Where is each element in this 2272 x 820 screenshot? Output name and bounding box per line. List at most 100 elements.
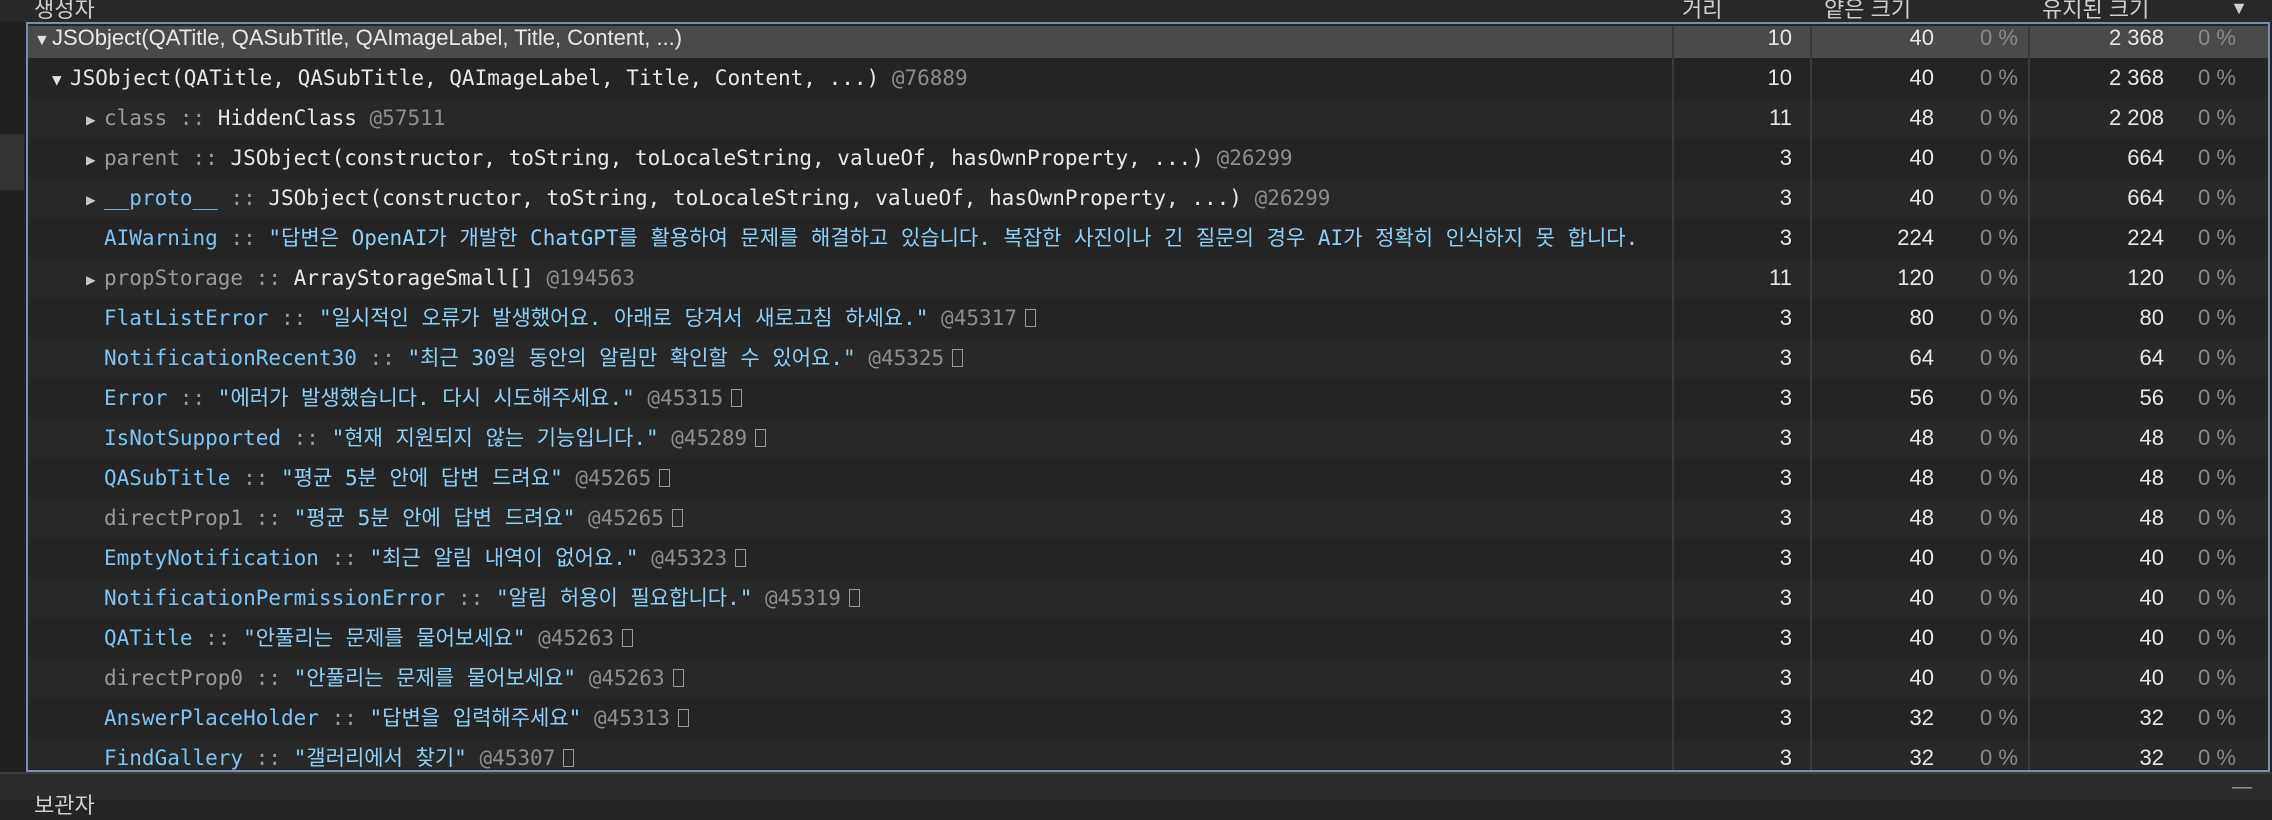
shallow-size-percent: 0 % (1980, 65, 2018, 90)
column-divider (1810, 218, 1812, 258)
expand-open-icon[interactable]: ▼ (52, 60, 70, 98)
column-header-shallow-size[interactable]: 얕은 크기 (1824, 0, 1911, 24)
tree-row[interactable]: NotificationRecent30 :: "최근 30일 동안의 알림만 … (28, 338, 2270, 378)
shallow-size-value: 48 (1909, 425, 1934, 450)
tree-row[interactable]: ▶ __proto__ :: JSObject(constructor, toSt… (28, 178, 2270, 218)
property-key: FindGallery (104, 746, 244, 770)
tree-row[interactable]: directProp1 :: "평균 5분 안에 답변 드려요" @45265 3… (28, 498, 2270, 538)
heap-snapshot-tree[interactable]: ▼JSObject(QATitle, QASubTitle, QAImageLa… (28, 26, 2270, 772)
retained-size-value: 80 (2139, 305, 2164, 330)
property-key: Error (104, 386, 168, 410)
retained-size-percent: 0 % (2198, 465, 2236, 490)
property-separator: :: (243, 666, 294, 690)
column-divider (1672, 178, 1674, 218)
retained-size-value: 664 (2127, 145, 2164, 170)
collapse-icon[interactable]: — (2232, 776, 2252, 799)
tree-row[interactable]: FindGallery :: "갤러리에서 찾기" @45307 3 32 0 % 32… (28, 738, 2270, 772)
shallow-size-value: 32 (1909, 745, 1934, 770)
sort-descending-icon[interactable]: ▼ (2230, 0, 2248, 19)
tree-row-name: AnswerPlaceHolder :: "답변을 입력해주세요" @45313 (86, 698, 1664, 738)
tree-row[interactable]: IsNotSupported :: "현재 지원되지 않는 기능입니다." @4… (28, 418, 2270, 458)
column-divider (1672, 138, 1674, 178)
reveal-icon[interactable] (755, 429, 767, 447)
tree-row[interactable]: QASubTitle :: "평균 5분 안에 답변 드려요" @45265 3 4… (28, 458, 2270, 498)
expand-open-icon[interactable]: ▼ (34, 26, 52, 58)
column-divider (1672, 58, 1674, 98)
tree-row[interactable]: ▶ parent :: JSObject(constructor, toStrin… (28, 138, 2270, 178)
shallow-size-value: 120 (1897, 265, 1934, 290)
tree-row[interactable]: ▶ class :: HiddenClass @57511 11 48 0 % 2 208… (28, 98, 2270, 138)
object-id: @45323 (651, 546, 728, 570)
shallow-size-percent: 0 % (1980, 345, 2018, 370)
property-key: directProp0 (104, 666, 244, 690)
shallow-size-value: 40 (1909, 65, 1934, 90)
tree-row[interactable]: Error :: "에러가 발생했습니다. 다시 시도해주세요." @45315… (28, 378, 2270, 418)
retained-size-value: 40 (2139, 665, 2164, 690)
tree-row-name: Error :: "에러가 발생했습니다. 다시 시도해주세요." @45315 (86, 378, 1664, 418)
reveal-icon[interactable] (952, 349, 964, 367)
tree-row-name: FlatListError :: "일시적인 오류가 발생했어요. 아래로 당겨… (86, 298, 1664, 338)
column-header-distance[interactable]: 거리 (1682, 0, 1722, 24)
property-key: QASubTitle (104, 466, 231, 490)
expand-closed-icon[interactable]: ▶ (86, 140, 104, 178)
tree-row[interactable]: ▼JSObject(QATitle, QASubTitle, QAImageLa… (28, 26, 2270, 58)
reveal-icon[interactable] (622, 629, 634, 647)
tree-row[interactable]: QATitle :: "안풀리는 문제를 물어보세요" @45263 3 40 0 %… (28, 618, 2270, 658)
property-separator: :: (318, 706, 370, 730)
expand-closed-icon[interactable]: ▶ (86, 100, 104, 138)
column-divider (1810, 58, 1812, 98)
reveal-icon[interactable] (735, 549, 747, 567)
tree-row[interactable]: AnswerPlaceHolder :: "답변을 입력해주세요" @45313… (28, 698, 2270, 738)
tree-row[interactable]: AIWarning :: "답변은 OpenAI가 개발한 ChatGPT를 활… (28, 218, 2270, 258)
tree-row-name: QASubTitle :: "평균 5분 안에 답변 드려요" @45265 (86, 458, 1664, 498)
string-value: "안풀리는 문제를 물어보세요" (293, 666, 577, 690)
column-header-retained-size[interactable]: 유지된 크기 (2042, 0, 2149, 24)
property-separator: :: (243, 746, 294, 770)
reveal-icon[interactable] (672, 669, 684, 687)
shallow-size-percent: 0 % (1980, 105, 2018, 130)
tree-row[interactable]: NotificationPermissionError :: "알림 허용이 필… (28, 578, 2270, 618)
tree-row[interactable]: EmptyNotification :: "최근 알림 내역이 없어요." @4… (28, 538, 2270, 578)
shallow-size-percent: 0 % (1980, 385, 2018, 410)
shallow-size-percent: 0 % (1980, 625, 2018, 650)
tree-row[interactable]: directProp0 :: "안풀리는 문제를 물어보세요" @45263 3 4… (28, 658, 2270, 698)
reveal-icon[interactable] (731, 389, 743, 407)
shallow-size-percent: 0 % (1980, 585, 2018, 610)
retained-size-value: 120 (2127, 265, 2164, 290)
shallow-size-percent: 0 % (1980, 305, 2018, 330)
retained-size-percent: 0 % (2198, 185, 2236, 210)
tree-row[interactable]: FlatListError :: "일시적인 오류가 발생했어요. 아래로 당겨… (28, 298, 2270, 338)
reveal-icon[interactable] (671, 509, 683, 527)
expand-closed-icon[interactable]: ▶ (86, 180, 104, 218)
object-id: @45319 (765, 586, 841, 610)
reveal-icon[interactable] (848, 589, 860, 607)
column-divider (1810, 738, 1812, 772)
column-divider (1810, 418, 1812, 458)
column-header-constructor[interactable]: 생성자 (34, 0, 95, 24)
retained-size-percent: 0 % (2198, 505, 2236, 530)
retained-size-value: 664 (2127, 185, 2164, 210)
reveal-icon[interactable] (1024, 309, 1036, 327)
column-divider (1810, 258, 1812, 298)
column-divider (1810, 538, 1812, 578)
tree-row[interactable]: ▼JSObject(QATitle, QASubTitle, QAImageLa… (28, 58, 2270, 98)
object-id: @45315 (647, 386, 724, 410)
retained-size-percent: 0 % (2198, 625, 2236, 650)
tree-row-name: NotificationRecent30 :: "최근 30일 동안의 알림만 … (86, 338, 1664, 378)
property-key: FlatListError (104, 306, 269, 330)
retained-size-value: 56 (2139, 385, 2164, 410)
reveal-icon[interactable] (659, 469, 671, 487)
expand-closed-icon[interactable]: ▶ (86, 260, 104, 298)
reveal-icon[interactable] (677, 709, 689, 727)
tree-row-name: ▼JSObject(QATitle, QASubTitle, QAImageLa… (34, 26, 1664, 58)
property-key: IsNotSupported (104, 426, 282, 450)
tree-row-name: ▼JSObject(QATitle, QASubTitle, QAImageLa… (52, 58, 1664, 98)
property-separator: :: (179, 146, 231, 170)
reveal-icon[interactable] (563, 749, 575, 767)
column-divider (1672, 698, 1674, 738)
column-divider (1810, 498, 1812, 538)
tree-row[interactable]: ▶ propStorage :: ArrayStorageSmall[] @194… (28, 258, 2270, 298)
property-separator: :: (217, 186, 269, 210)
distance-value: 3 (1779, 145, 1792, 170)
shallow-size-percent: 0 % (1980, 26, 2018, 50)
